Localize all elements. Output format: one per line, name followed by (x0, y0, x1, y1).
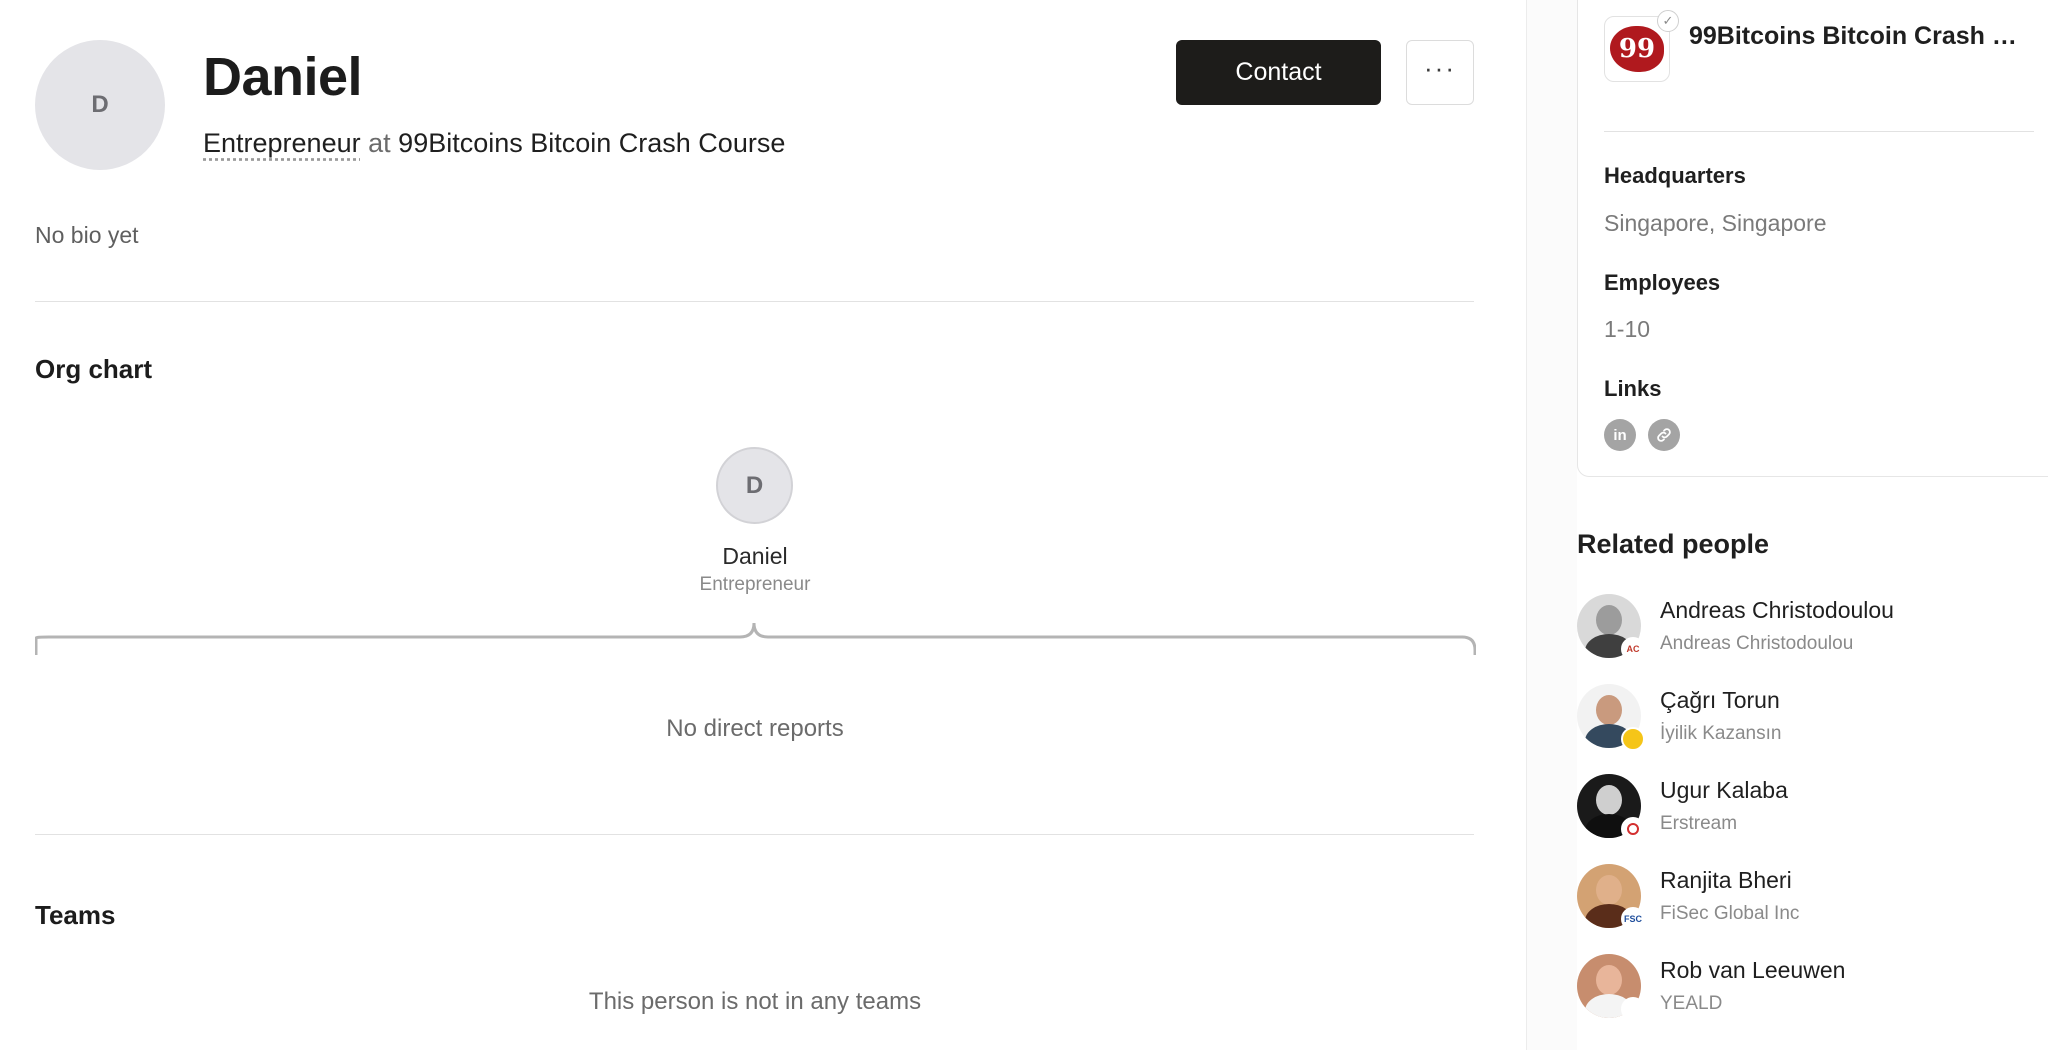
chain-link-icon (1657, 428, 1671, 442)
org-chart-node-role: Entrepreneur (699, 574, 811, 595)
person-company: YEALD (1660, 993, 1723, 1014)
company-badge-icon (1621, 727, 1645, 751)
teams-title: Teams (35, 900, 116, 930)
person-company: Erstream (1660, 813, 1738, 834)
profile-company[interactable]: 99Bitcoins Bitcoin Crash Course (398, 128, 785, 158)
profile-role[interactable]: Entrepreneur (203, 128, 361, 158)
employees-label: Employees (1604, 270, 1721, 295)
person-company: İyilik Kazansın (1660, 723, 1782, 744)
company-badge-icon (1621, 817, 1645, 841)
profile-bio: No bio yet (35, 222, 139, 248)
divider (35, 301, 1474, 302)
linkedin-icon[interactable]: in (1604, 419, 1636, 451)
person-name: Çağrı Torun (1660, 687, 1780, 713)
at-label: at (368, 128, 391, 158)
more-options-button[interactable]: ··· (1406, 40, 1474, 105)
org-chart-node-name[interactable]: Daniel (600, 543, 910, 570)
divider (1604, 131, 2034, 132)
profile-name: Daniel (203, 47, 363, 107)
person-company: FiSec Global Inc (1660, 903, 1800, 924)
related-person-item[interactable]: Rob van Leeuwen YEALD (1577, 954, 2047, 1024)
org-chart-bracket (35, 622, 1476, 655)
org-chart-node-avatar[interactable]: D (716, 447, 793, 524)
right-gutter (1527, 0, 1577, 1050)
profile-main: D Daniel Entrepreneur at 99Bitcoins Bitc… (0, 0, 1526, 1050)
company-name[interactable]: 99Bitcoins Bitcoin Crash C... (1689, 22, 2029, 51)
profile-avatar: D (35, 40, 165, 170)
no-teams-text: This person is not in any teams (588, 988, 922, 1015)
person-name: Ugur Kalaba (1660, 777, 1788, 803)
person-name: Andreas Christodoulou (1660, 597, 1894, 623)
person-name: Ranjita Bheri (1660, 867, 1792, 893)
related-person-item[interactable]: AC Andreas Christodoulou Andreas Christo… (1577, 594, 2047, 664)
company-badge-icon: AC (1621, 637, 1645, 661)
employees-value: 1-10 (1604, 316, 1651, 342)
company-logo-mark: 99 (1610, 26, 1664, 72)
divider (35, 834, 1474, 835)
company-badge-icon: FSC (1621, 907, 1645, 931)
verified-check-icon: ✓ (1657, 10, 1679, 32)
no-direct-reports-text: No direct reports (666, 715, 844, 742)
related-person-item[interactable]: Ugur Kalaba Erstream (1577, 774, 2047, 844)
profile-subtitle: Entrepreneur at 99Bitcoins Bitcoin Crash… (203, 128, 785, 159)
related-person-item[interactable]: FSC Ranjita Bheri FiSec Global Inc (1577, 864, 2047, 934)
company-badge-icon (1621, 997, 1645, 1021)
headquarters-value: Singapore, Singapore (1604, 210, 1827, 236)
links-label: Links (1604, 376, 1662, 401)
more-icon: ··· (1424, 52, 1456, 83)
org-chart-title: Org chart (35, 354, 153, 384)
link-icon[interactable] (1648, 419, 1680, 451)
contact-button[interactable]: Contact (1176, 40, 1381, 105)
related-people-title: Related people (1577, 529, 1770, 559)
related-person-item[interactable]: Çağrı Torun İyilik Kazansın (1577, 684, 2047, 754)
headquarters-label: Headquarters (1604, 163, 1746, 188)
person-name: Rob van Leeuwen (1660, 957, 1846, 983)
person-company: Andreas Christodoulou (1660, 633, 1854, 654)
